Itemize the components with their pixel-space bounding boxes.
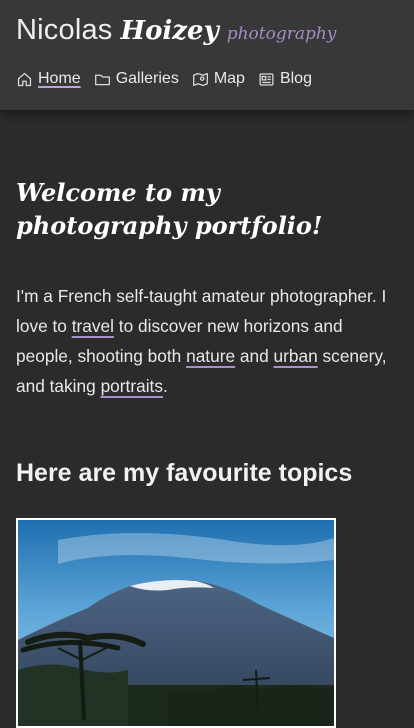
topic-photo-kilimanjaro[interactable] — [16, 518, 336, 728]
nav-label-galleries: Galleries — [115, 70, 179, 87]
portraits-link[interactable]: portraits — [101, 376, 163, 396]
nav-item-home[interactable]: Home — [16, 70, 81, 88]
mountain-landscape-image — [18, 520, 334, 726]
blog-icon — [259, 72, 274, 86]
main-nav: Home Galleries Map Blog — [16, 70, 312, 88]
brand-first-name: Nicolas — [16, 14, 113, 46]
nav-item-blog[interactable]: Blog — [258, 70, 312, 88]
nav-item-galleries[interactable]: Galleries — [94, 70, 179, 88]
intro-text-5: . — [163, 376, 168, 396]
map-icon — [192, 72, 208, 86]
travel-link[interactable]: travel — [72, 316, 114, 336]
nav-item-map[interactable]: Map — [192, 70, 245, 88]
folder-icon — [94, 74, 110, 85]
topics-heading: Here are my favourite topics — [16, 459, 353, 487]
intro-paragraph: I'm a French self-taught amateur photogr… — [16, 281, 401, 401]
nature-link[interactable]: nature — [186, 346, 235, 366]
nav-label-blog: Blog — [279, 70, 312, 87]
home-icon — [17, 72, 32, 86]
nav-label-home: Home — [38, 70, 81, 87]
intro-text-3: and — [235, 346, 274, 366]
urban-link[interactable]: urban — [274, 346, 318, 366]
site-logo[interactable]: Nicolas Hoizey photography — [16, 14, 336, 47]
site-header: Nicolas Hoizey photography Home Gallerie… — [0, 0, 414, 110]
welcome-heading: Welcome to my photography portfolio! — [16, 178, 323, 241]
brand-tagline: photography — [226, 24, 337, 44]
brand-last-name: Hoizey — [120, 16, 219, 46]
nav-label-map: Map — [213, 70, 245, 87]
